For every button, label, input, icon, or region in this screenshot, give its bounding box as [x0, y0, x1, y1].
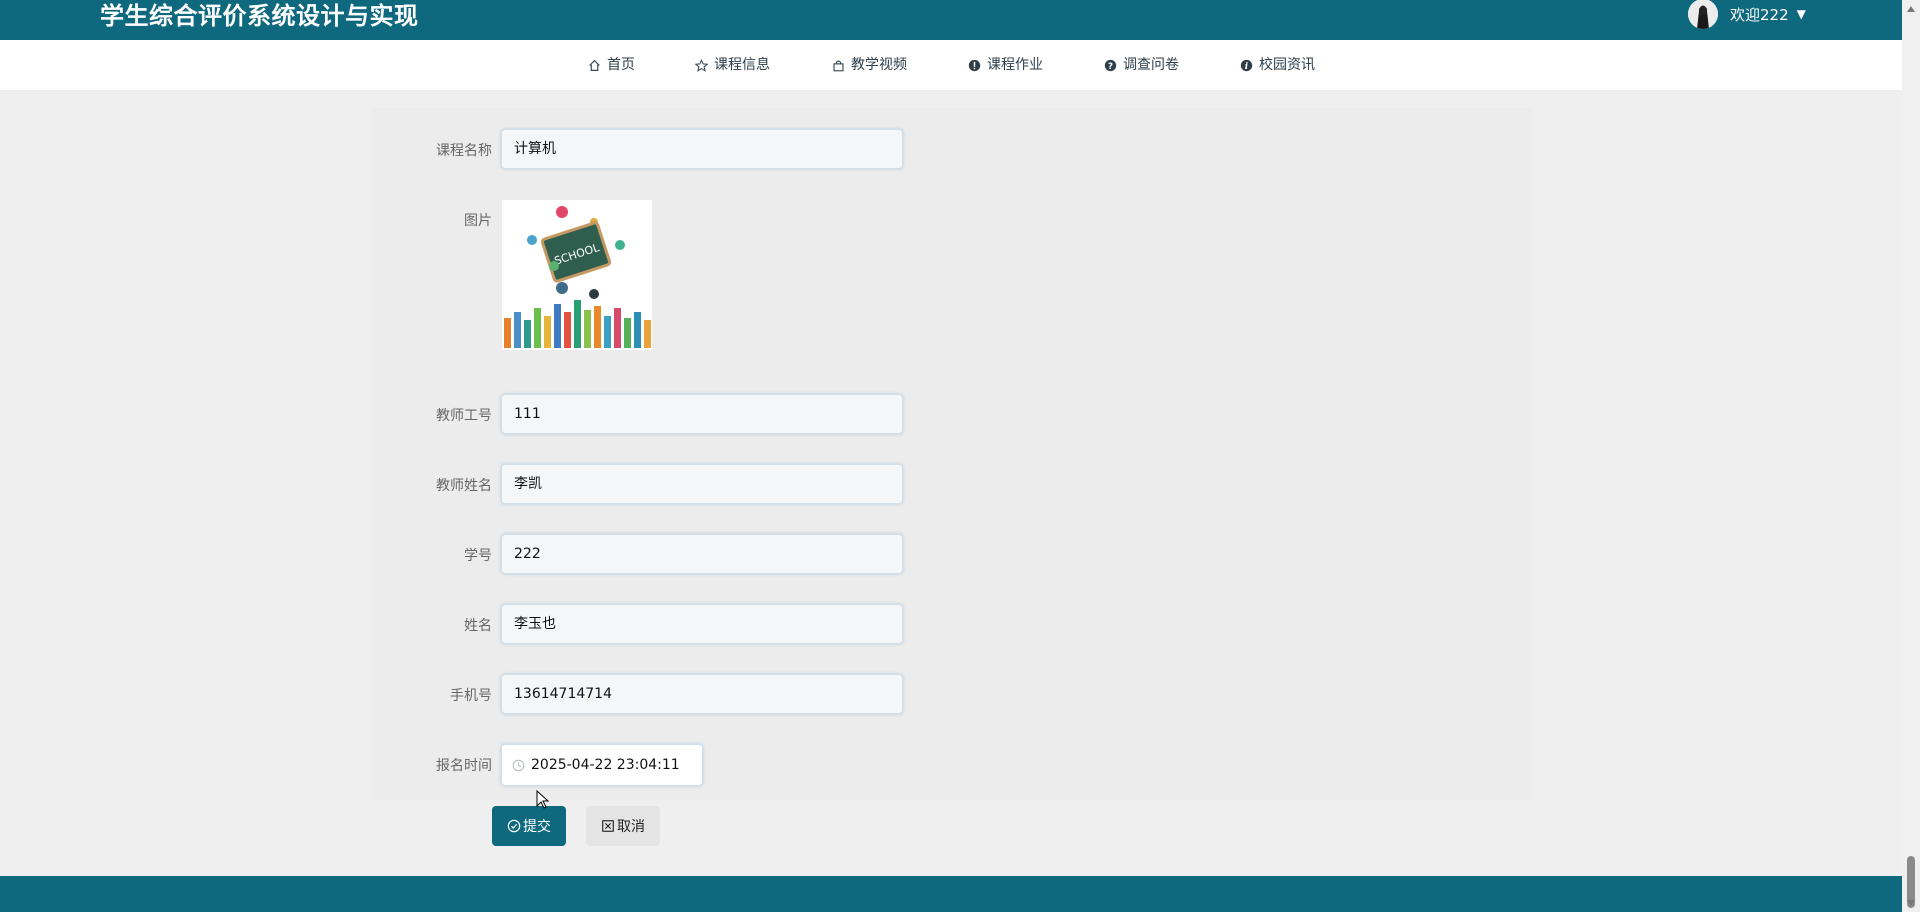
- caret-down-icon[interactable]: ▼: [1797, 7, 1806, 21]
- close-square-icon: [602, 820, 614, 832]
- submit-label: 提交: [523, 819, 551, 835]
- nav-home-label: 首页: [607, 57, 635, 73]
- nav-course-info-label: 课程信息: [714, 57, 770, 73]
- teacher-name-field[interactable]: 李凯: [501, 464, 903, 504]
- signup-time-value: 2025-04-22 23:04:11: [531, 757, 680, 773]
- site-title: 学生综合评价系统设计与实现: [100, 2, 419, 30]
- teacher-name-label: 教师姓名: [436, 478, 492, 494]
- phone-field[interactable]: 13614714714: [501, 674, 903, 714]
- student-id-field[interactable]: 222: [501, 534, 903, 574]
- nav-survey-label: 调查问卷: [1123, 57, 1179, 73]
- signup-time-picker[interactable]: 2025-04-22 23:04:11: [501, 744, 703, 786]
- question-icon: ?: [1104, 59, 1117, 71]
- teacher-id-field[interactable]: 111: [501, 394, 903, 434]
- scroll-up-arrow-icon[interactable]: [1907, 6, 1915, 12]
- phone-label: 手机号: [450, 688, 492, 704]
- clock-icon: [512, 759, 525, 771]
- home-icon: [589, 59, 600, 71]
- cancel-button[interactable]: 取消: [586, 806, 660, 846]
- svg-text:i: i: [1245, 61, 1248, 71]
- submit-button[interactable]: 提交: [492, 806, 566, 846]
- nav-survey[interactable]: ? 调查问卷: [1104, 40, 1179, 90]
- course-name-field[interactable]: 计算机: [501, 129, 903, 169]
- exclamation-icon: [968, 59, 981, 71]
- signup-time-label: 报名时间: [436, 758, 492, 774]
- footer: [0, 876, 1902, 912]
- cancel-label: 取消: [617, 819, 645, 835]
- top-header: 学生综合评价系统设计与实现 欢迎222 ▼: [0, 0, 1902, 40]
- student-name-field[interactable]: 李玉也: [501, 604, 903, 644]
- image-label: 图片: [464, 213, 492, 229]
- student-id-label: 学号: [464, 548, 492, 564]
- check-circle-icon: [507, 819, 521, 833]
- page-scrollbar[interactable]: [1902, 0, 1920, 912]
- star-icon: [695, 58, 708, 72]
- main-nav: 首页 课程信息 教学视频 课程作业 ? 调查问卷 i 校园资讯: [0, 40, 1902, 90]
- nav-news-label: 校园资讯: [1259, 57, 1315, 73]
- course-name-label: 课程名称: [436, 143, 492, 159]
- nav-news[interactable]: i 校园资讯: [1240, 40, 1315, 90]
- info-icon: i: [1240, 59, 1253, 71]
- user-avatar[interactable]: [1688, 0, 1718, 29]
- nav-home[interactable]: 首页: [588, 40, 635, 90]
- scroll-down-arrow-icon[interactable]: [1907, 900, 1915, 906]
- teacher-id-label: 教师工号: [436, 408, 492, 424]
- user-menu[interactable]: 欢迎222 ▼: [1688, 0, 1806, 29]
- nav-homework-label: 课程作业: [987, 57, 1043, 73]
- nav-homework[interactable]: 课程作业: [968, 40, 1043, 90]
- svg-text:?: ?: [1108, 61, 1113, 71]
- mouse-cursor-icon: [536, 790, 550, 809]
- bag-icon: [833, 59, 844, 71]
- nav-videos-label: 教学视频: [851, 57, 907, 73]
- student-name-label: 姓名: [464, 618, 492, 634]
- nav-course-info[interactable]: 课程信息: [695, 40, 770, 90]
- welcome-text: 欢迎222: [1730, 5, 1789, 24]
- nav-videos[interactable]: 教学视频: [832, 40, 907, 90]
- course-image[interactable]: SCHOOL: [502, 200, 652, 350]
